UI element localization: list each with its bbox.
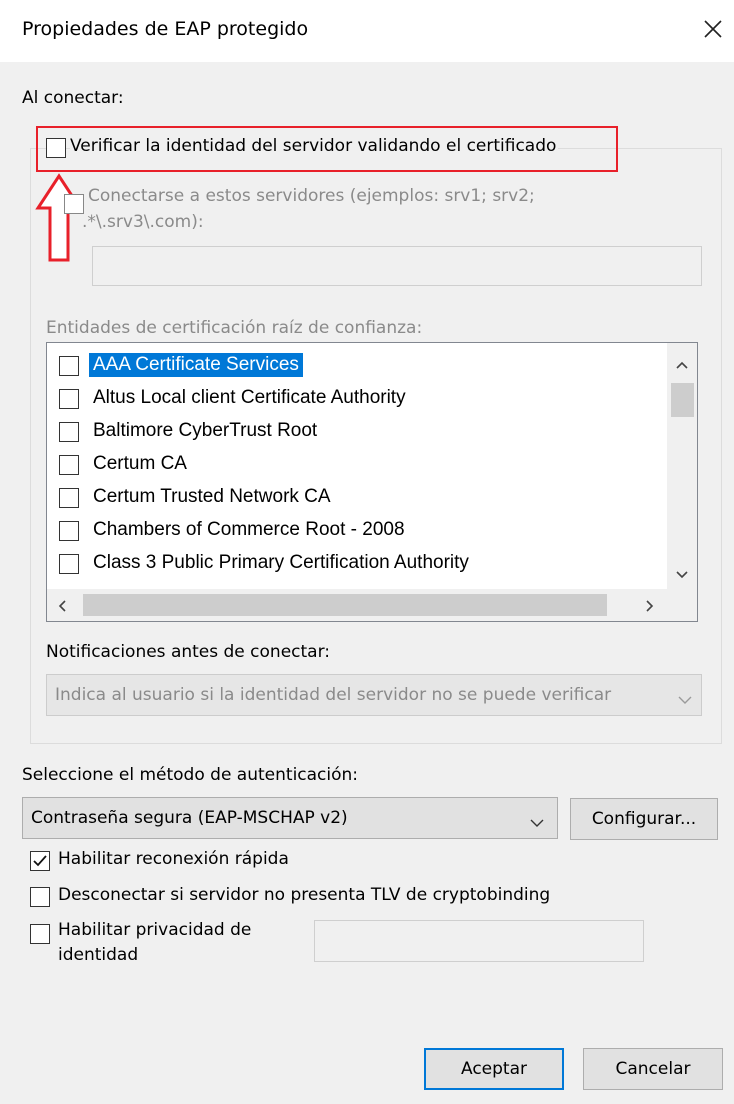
ca-checkbox[interactable]	[59, 389, 79, 409]
disconnect-tlv-checkbox[interactable]	[30, 887, 50, 907]
ca-label: Baltimore CyberTrust Root	[93, 420, 318, 441]
chevron-down-icon	[677, 690, 693, 710]
ca-label: Class 3 Public Primary Certification Aut…	[93, 552, 469, 573]
configure-button[interactable]: Configurar...	[570, 798, 718, 840]
horizontal-scrollbar[interactable]	[47, 589, 667, 621]
servers-input[interactable]	[92, 246, 702, 286]
ca-label: Chambers of Commerce Root - 2008	[93, 519, 405, 540]
list-item[interactable]: Baltimore CyberTrust Root	[47, 414, 667, 447]
fast-reconnect-checkbox[interactable]	[30, 851, 50, 871]
auth-method-value: Contraseña segura (EAP-MSCHAP v2)	[31, 808, 348, 828]
verify-cert-checkbox[interactable]	[46, 138, 66, 158]
close-icon[interactable]	[700, 16, 726, 42]
ca-label: Altus Local client Certificate Authority	[93, 387, 406, 408]
window-title: Propiedades de EAP protegido	[22, 18, 309, 40]
ca-listbox[interactable]: AAA Certificate Services Altus Local cli…	[46, 342, 698, 622]
cancel-button[interactable]: Cancelar	[583, 1048, 723, 1090]
list-item[interactable]: Class 3 Public Primary Certification Aut…	[47, 546, 667, 579]
ca-checkbox[interactable]	[59, 521, 79, 541]
notifications-select[interactable]: Indica al usuario si la identidad del se…	[46, 674, 702, 716]
connect-label: Al conectar:	[22, 88, 124, 108]
list-item[interactable]: Certum CA	[47, 447, 667, 480]
auth-method-select[interactable]: Contraseña segura (EAP-MSCHAP v2)	[22, 797, 558, 839]
list-item[interactable]: AAA Certificate Services	[47, 348, 667, 381]
identity-privacy-input[interactable]	[314, 920, 644, 962]
arrow-up-icon	[34, 172, 84, 269]
scroll-up-icon[interactable]	[675, 355, 689, 375]
ca-checkbox[interactable]	[59, 455, 79, 475]
chevron-down-icon	[529, 813, 545, 833]
ca-checkbox[interactable]	[59, 488, 79, 508]
horizontal-scroll-thumb[interactable]	[83, 594, 607, 616]
ca-label: Certum CA	[93, 453, 187, 474]
list-item[interactable]: Altus Local client Certificate Authority	[47, 381, 667, 414]
ca-label: Certum Trusted Network CA	[93, 486, 331, 507]
fast-reconnect-label: Habilitar reconexión rápida	[58, 849, 289, 869]
list-item[interactable]: Certum Trusted Network CA	[47, 480, 667, 513]
trusted-ca-label: Entidades de certificación raíz de confi…	[46, 318, 423, 338]
notifications-value: Indica al usuario si la identidad del se…	[55, 685, 612, 705]
list-item[interactable]: Chambers of Commerce Root - 2008	[47, 513, 667, 546]
ca-checkbox[interactable]	[59, 422, 79, 442]
disconnect-tlv-label: Desconectar si servidor no presenta TLV …	[58, 885, 551, 905]
scrollbar-corner	[667, 589, 697, 621]
auth-method-label: Seleccione el método de autenticación:	[22, 765, 359, 785]
servers-label-line2: .*\.srv3\.com):	[82, 212, 204, 232]
identity-privacy-label-line1: Habilitar privacidad de	[58, 920, 252, 940]
scroll-right-icon[interactable]	[645, 598, 655, 618]
servers-label-line1: Conectarse a estos servidores (ejemplos:…	[88, 186, 535, 206]
ca-checkbox[interactable]	[59, 356, 79, 376]
checkmark-icon	[33, 855, 47, 867]
notifications-label: Notificaciones antes de conectar:	[46, 642, 331, 662]
ca-checkbox[interactable]	[59, 554, 79, 574]
vertical-scrollbar[interactable]	[667, 343, 697, 589]
identity-privacy-checkbox[interactable]	[30, 924, 50, 944]
identity-privacy-label-line2: identidad	[58, 945, 139, 965]
ca-label: AAA Certificate Services	[89, 353, 303, 377]
ok-button[interactable]: Aceptar	[424, 1048, 564, 1090]
scroll-down-icon[interactable]	[675, 565, 689, 585]
vertical-scroll-thumb[interactable]	[671, 383, 694, 417]
connect-servers-checkbox[interactable]	[64, 194, 84, 214]
verify-cert-label: Verificar la identidad del servidor vali…	[70, 136, 559, 156]
scroll-left-icon[interactable]	[57, 598, 67, 618]
